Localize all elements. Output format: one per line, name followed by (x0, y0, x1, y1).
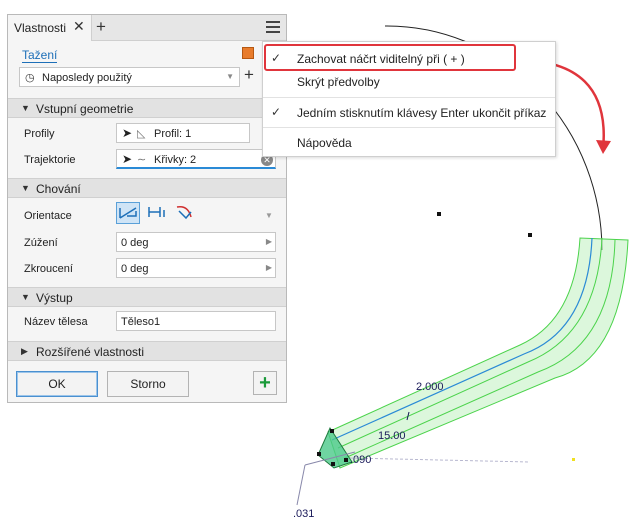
path-selector[interactable]: ➤ ∼ Křivky: 2 (116, 149, 276, 169)
profiles-label: Profily (24, 128, 55, 140)
command-name-link[interactable]: Tažení (22, 48, 58, 63)
hamburger-menu-icon[interactable] (266, 21, 280, 33)
section-behavior[interactable]: ▼ Chování (8, 178, 286, 198)
orientation-label: Orientace (24, 210, 72, 222)
chevron-down-icon: ▼ (226, 72, 234, 81)
properties-panel: Vlastnosti ✕ + Tažení ◷ Naposledy použit… (7, 14, 287, 403)
dimension-label[interactable]: .090 (350, 454, 371, 466)
orientation-path-button[interactable] (116, 202, 140, 224)
taper-label: Zúžení (24, 237, 58, 249)
clock-icon: ◷ (25, 72, 35, 84)
profiles-value: Profil: 1 (154, 128, 192, 140)
profiles-selector[interactable]: ➤ ◺ Profil: 1 (116, 123, 250, 143)
menu-separator (263, 127, 555, 128)
add-preset-button[interactable]: + (244, 65, 254, 85)
sweep-preview (327, 237, 629, 469)
curve-icon: ∼ (137, 154, 147, 166)
taper-value: 0 deg (121, 237, 149, 249)
menu-item-label: Nápověda (297, 136, 352, 150)
panel-titlebar: Vlastnosti ✕ + (8, 15, 286, 41)
chevron-right-icon[interactable]: ▶ (266, 263, 272, 272)
chevron-right-icon[interactable]: ▶ (266, 237, 272, 246)
menu-separator (263, 97, 555, 98)
section-label: Chování (36, 182, 81, 196)
close-icon[interactable]: ✕ (73, 18, 85, 35)
dimension-label[interactable]: 2.000 (416, 381, 444, 393)
cursor-arrow-icon: ➤ (122, 126, 133, 140)
section-advanced[interactable]: ▶ Rozšířené vlastnosti (8, 341, 286, 361)
section-output[interactable]: ▼ Výstup (8, 287, 286, 307)
preset-value: Naposledy použitý (42, 72, 132, 84)
taper-input[interactable]: 0 deg ▶ (116, 232, 276, 252)
collapse-triangle-icon: ▼ (21, 183, 30, 193)
menu-item-help[interactable]: Nápověda (263, 132, 555, 154)
section-label: Výstup (36, 291, 73, 305)
check-icon: ✓ (271, 105, 282, 119)
section-input-geometry[interactable]: ▼ Vstupní geometrie (8, 98, 286, 118)
twist-label: Zkroucení (24, 263, 73, 275)
expand-triangle-icon: ▶ (21, 346, 28, 356)
profile-shape-icon: ◺ (137, 128, 146, 140)
apply-plus-button[interactable]: + (253, 371, 277, 395)
annotation-highlight-box (264, 44, 516, 71)
cancel-button[interactable]: Storno (107, 371, 189, 397)
dimension-label[interactable]: 15.00 (378, 430, 406, 442)
menu-item-enter-finish[interactable]: ✓ Jedním stisknutím klávesy Enter ukonči… (263, 102, 555, 124)
path-label: Trajektorie (24, 154, 76, 166)
sketch-point (528, 233, 532, 237)
orientation-guide-button[interactable] (174, 202, 198, 224)
collapse-triangle-icon: ▼ (21, 292, 30, 302)
body-name-value: Těleso1 (121, 316, 161, 328)
section-label: Vstupní geometrie (36, 102, 134, 116)
menu-item-hide-presets[interactable]: Skrýt předvolby (263, 71, 555, 93)
sketch-point-yellow (572, 458, 575, 461)
menu-item-label: Skrýt předvolby (297, 75, 380, 89)
tab-title: Vlastnosti (14, 21, 67, 35)
chevron-down-icon[interactable]: ▼ (265, 211, 273, 220)
collapse-triangle-icon: ▼ (21, 103, 30, 113)
dimension-label[interactable]: .031 (293, 508, 314, 520)
preset-dropdown[interactable]: ◷ Naposledy použitý ▼ (19, 67, 240, 87)
body-name-label: Název tělesa (24, 316, 88, 328)
cursor-arrow-icon: ➤ (122, 152, 133, 166)
section-label: Rozšířené vlastnosti (36, 345, 145, 359)
sketch-point (437, 212, 441, 216)
ok-button[interactable]: OK (16, 371, 98, 397)
twist-input[interactable]: 0 deg ▶ (116, 258, 276, 278)
menu-item-label: Jedním stisknutím klávesy Enter ukončit … (297, 106, 547, 120)
orientation-parallel-button[interactable] (146, 202, 170, 224)
path-value: Křivky: 2 (154, 154, 197, 166)
cube-icon[interactable] (242, 47, 254, 59)
add-tab-icon[interactable]: + (96, 17, 106, 37)
body-name-input[interactable]: Těleso1 (116, 311, 276, 331)
tab-properties[interactable]: Vlastnosti ✕ (8, 15, 92, 41)
twist-value: 0 deg (121, 263, 149, 275)
